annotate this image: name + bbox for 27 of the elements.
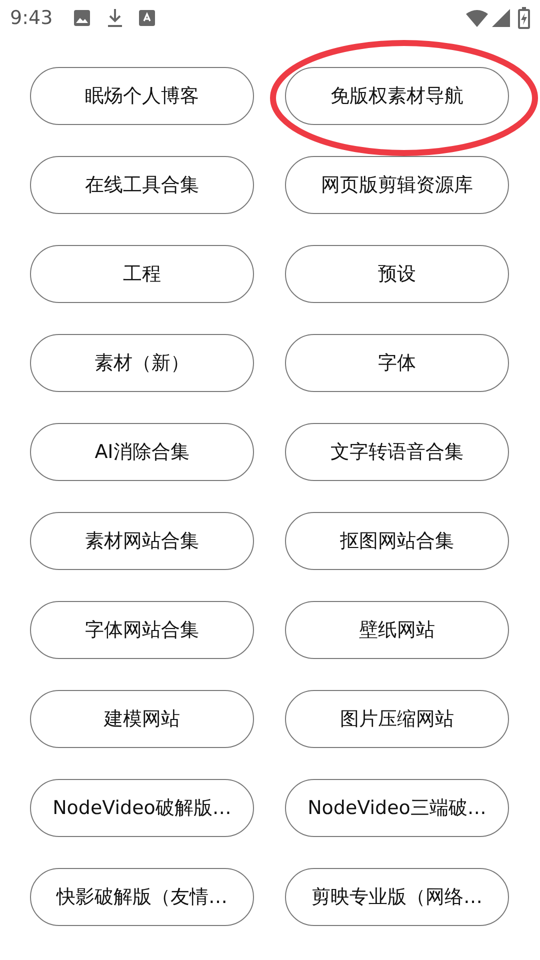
link-button[interactable]: 眠炀个人博客 xyxy=(30,67,254,125)
link-button[interactable]: 在线工具合集 xyxy=(30,156,254,214)
link-button[interactable]: AI消除合集 xyxy=(30,423,254,481)
wifi-icon xyxy=(466,9,488,27)
battery-icon xyxy=(518,7,530,29)
link-button[interactable]: 图片压缩网站 xyxy=(285,690,509,748)
link-button[interactable]: 免版权素材导航 xyxy=(285,67,509,125)
download-icon xyxy=(106,8,123,28)
link-button[interactable]: 素材（新） xyxy=(30,334,254,392)
link-button[interactable]: 字体 xyxy=(285,334,509,392)
link-button[interactable]: NodeVideo三端破… xyxy=(285,779,509,837)
font-icon xyxy=(138,10,155,26)
link-button[interactable]: 壁纸网站 xyxy=(285,601,509,659)
link-button[interactable]: 预设 xyxy=(285,245,509,303)
link-button[interactable]: 建模网站 xyxy=(30,690,254,748)
link-button[interactable]: 网页版剪辑资源库 xyxy=(285,156,509,214)
status-time: 9:43 xyxy=(10,6,53,31)
link-button[interactable]: 工程 xyxy=(30,245,254,303)
link-button[interactable]: 快影破解版（友情… xyxy=(30,868,254,926)
link-button[interactable]: 抠图网站合集 xyxy=(285,512,509,570)
signal-icon xyxy=(492,9,510,27)
link-button[interactable]: 剪映专业版（网络… xyxy=(285,868,509,926)
link-button[interactable]: NodeVideo破解版… xyxy=(30,779,254,837)
link-button[interactable]: 字体网站合集 xyxy=(30,601,254,659)
link-button[interactable]: 素材网站合集 xyxy=(30,512,254,570)
image-icon xyxy=(72,9,91,27)
link-button[interactable]: 文字转语音合集 xyxy=(285,423,509,481)
